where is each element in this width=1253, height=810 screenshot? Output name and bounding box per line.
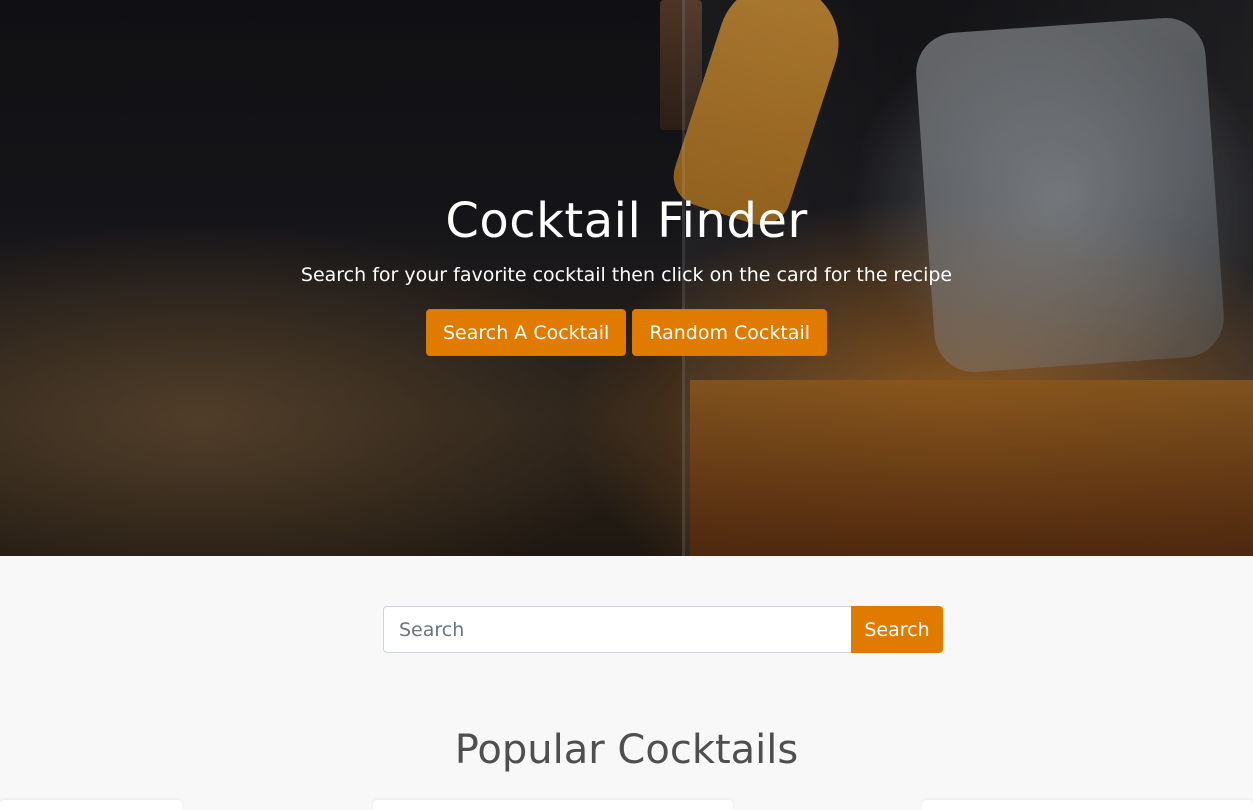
popular-cocktails-title: Popular Cocktails (454, 727, 799, 773)
search-a-cocktail-button[interactable]: Search A Cocktail (425, 309, 627, 356)
search-input[interactable] (383, 606, 851, 653)
cocktail-card[interactable] (922, 800, 1253, 810)
popular-cocktails-grid (0, 800, 1253, 810)
hero-content: Cocktail Finder Search for your favorite… (0, 190, 1253, 356)
cocktail-card[interactable] (0, 800, 182, 810)
cocktail-card[interactable] (373, 800, 733, 810)
search-form: Search (383, 606, 943, 653)
random-cocktail-button[interactable]: Random Cocktail (632, 309, 828, 356)
hero-banner: Cocktail Finder Search for your favorite… (0, 0, 1253, 556)
hero-subtitle: Search for your favorite cocktail then c… (300, 264, 953, 286)
page-title: Cocktail Finder (445, 193, 808, 249)
search-button[interactable]: Search (851, 606, 943, 653)
hero-buttons: Search A Cocktail Random Cocktail (0, 309, 1253, 356)
